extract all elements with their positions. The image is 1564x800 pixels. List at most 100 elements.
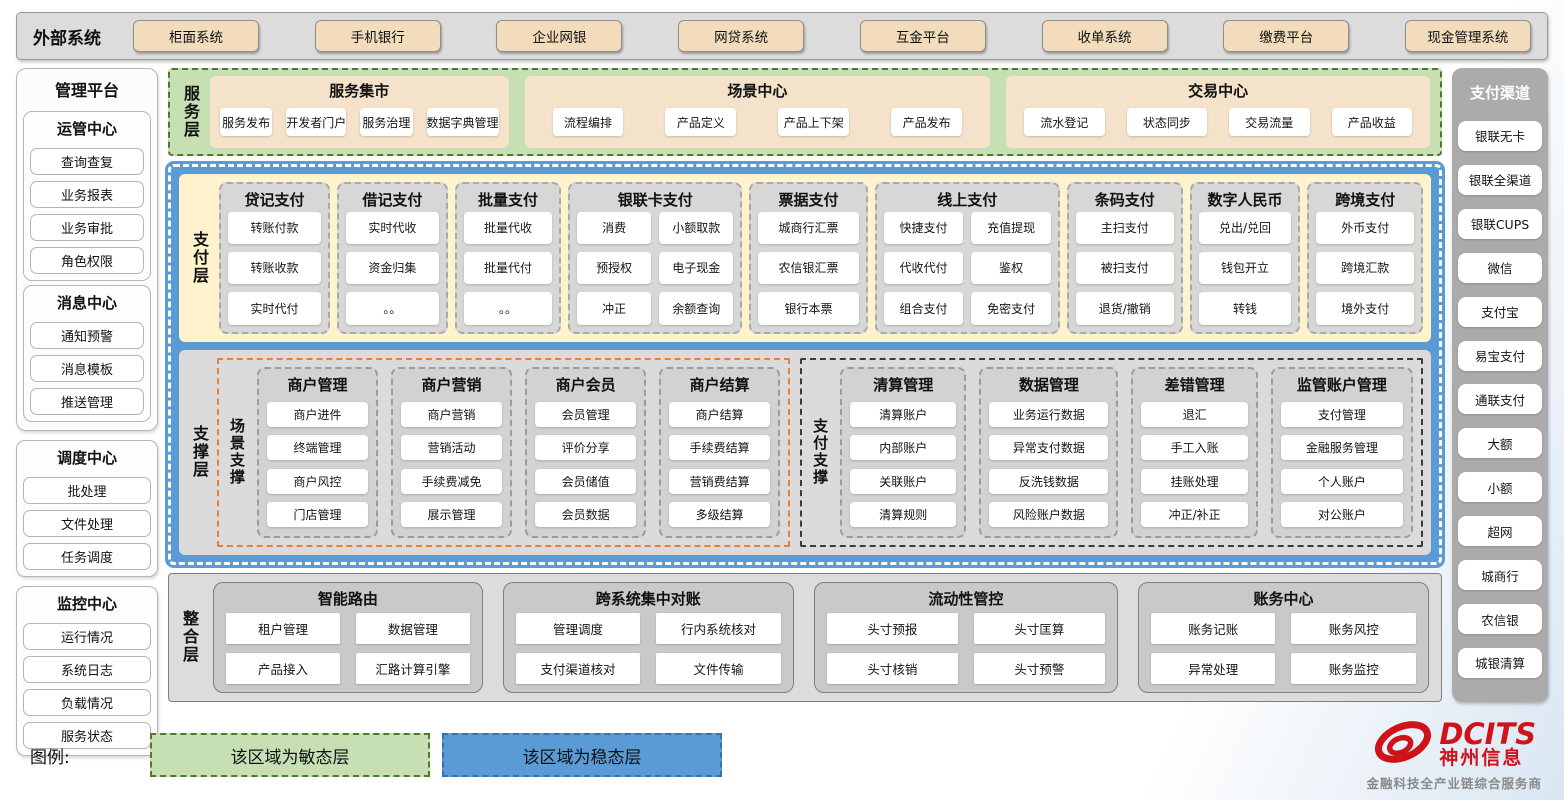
sched-item: 批处理 bbox=[23, 477, 151, 504]
sup-item: 手工入账 bbox=[1141, 435, 1247, 460]
sup-item: 关联账户 bbox=[850, 469, 956, 494]
panel-title: 流动性管控 bbox=[827, 585, 1105, 613]
panel-title: 服务集市 bbox=[220, 79, 499, 104]
channel-unionpay-cups: 银联CUPS bbox=[1458, 209, 1542, 239]
pay-col-title: 票据支付 bbox=[758, 187, 858, 212]
sup-item: 挂账处理 bbox=[1141, 469, 1247, 494]
logo-brand: DCITS bbox=[1439, 720, 1536, 750]
service-layer-label: 服务层 bbox=[178, 85, 202, 139]
ops-item: 角色权限 bbox=[30, 247, 144, 274]
channel-city-commercial-bank: 城商行 bbox=[1458, 560, 1542, 590]
pay-item: 钱包开立 bbox=[1199, 252, 1292, 284]
sup-item: 清算规则 bbox=[850, 502, 956, 527]
ops-item: 业务审批 bbox=[30, 214, 144, 241]
legend-stable-layer: 该区域为稳态层 bbox=[442, 733, 722, 777]
sup-item: 会员储值 bbox=[535, 469, 636, 494]
panel-liquidity-control: 流动性管控 头寸预报 头寸匡算 头寸核销 头寸预警 bbox=[814, 582, 1118, 693]
sup-item: 商户结算 bbox=[669, 402, 770, 427]
channel-yeepay: 易宝支付 bbox=[1458, 341, 1542, 371]
int-item: 文件传输 bbox=[656, 653, 781, 684]
pay-item: 农信银汇票 bbox=[758, 252, 858, 284]
external-system-acquiring: 收单系统 bbox=[1042, 20, 1168, 52]
pay-item: 批量代付 bbox=[464, 252, 552, 284]
channel-allinpay: 通联支付 bbox=[1458, 384, 1542, 414]
ops-item: 业务报表 bbox=[30, 181, 144, 208]
pay-col-batch: 批量支付 批量代收 批量代付 。。 bbox=[455, 182, 561, 334]
pay-item: 快捷支付 bbox=[884, 212, 964, 244]
pay-item: 小额取款 bbox=[659, 212, 733, 244]
sup-item: 会员数据 bbox=[535, 502, 636, 527]
service-item: 开发者门户 bbox=[286, 108, 346, 136]
int-item: 异常处理 bbox=[1151, 653, 1275, 684]
mon-item: 负载情况 bbox=[23, 689, 151, 716]
pay-item: 城商行汇票 bbox=[758, 212, 858, 244]
int-item: 租户管理 bbox=[226, 613, 340, 644]
legend-label: 图例: bbox=[30, 743, 150, 768]
pay-col-title: 跨境支付 bbox=[1316, 187, 1414, 212]
pay-col-debit: 借记支付 实时代收 资金归集 。。 bbox=[337, 182, 448, 334]
sup-col-clearing-mgmt: 清算管理 清算账户 内部账户 关联账户 清算规则 bbox=[840, 367, 966, 538]
panel-scene-center: 场景中心 流程编排 产品定义 产品上下架 产品发布 bbox=[525, 76, 991, 148]
panel-title: 交易中心 bbox=[1016, 79, 1420, 104]
int-item: 头寸预警 bbox=[974, 653, 1105, 684]
payment-support-label: 支付支撑 bbox=[810, 418, 834, 486]
sup-col-title: 商户会员 bbox=[535, 371, 636, 396]
int-item: 头寸匡算 bbox=[974, 613, 1105, 644]
pay-item: 余额查询 bbox=[659, 292, 733, 324]
payment-support-box: 支付支撑 清算管理 清算账户 内部账户 关联账户 清算规则 bbox=[800, 358, 1423, 547]
sup-col-regulatory-account: 监管账户管理 支付管理 金融服务管理 个人账户 对公账户 bbox=[1271, 367, 1413, 538]
pay-item: 鉴权 bbox=[971, 252, 1051, 284]
group-title: 运管中心 bbox=[30, 116, 144, 142]
external-system-fintech-platform: 互金平台 bbox=[860, 20, 986, 52]
sched-item: 文件处理 bbox=[23, 510, 151, 537]
mon-item: 运行情况 bbox=[23, 623, 151, 650]
payment-channels-sidebar: 支付渠道 银联无卡 银联全渠道 银联CUPS 微信 支付宝 易宝支付 通联支付 … bbox=[1452, 68, 1548, 702]
pay-col-credit: 贷记支付 转账付款 转账收款 实时代付 bbox=[219, 182, 330, 334]
panel-accounting-center: 账务中心 账务记账 账务风控 异常处理 账务监控 bbox=[1138, 582, 1429, 693]
panel-title: 跨系统集中对账 bbox=[516, 585, 781, 613]
sup-item: 风险账户数据 bbox=[989, 502, 1108, 527]
sup-col-merchant-settlement: 商户结算 商户结算 手续费结算 营销费结算 多级结算 bbox=[659, 367, 780, 538]
management-platform-sidebar: 管理平台 运管中心 查询查复 业务报表 业务审批 角色权限 消息中心 通知预警 … bbox=[16, 68, 158, 702]
payment-layer-label: 支付层 bbox=[187, 231, 213, 285]
integration-layer: 整合层 智能路由 租户管理 数据管理 产品接入 汇路计算引擎 跨系统集中对账 bbox=[168, 573, 1442, 702]
panel-smart-routing: 智能路由 租户管理 数据管理 产品接入 汇路计算引擎 bbox=[213, 582, 483, 693]
sup-col-title: 数据管理 bbox=[989, 371, 1108, 396]
pay-item: 转钱 bbox=[1199, 292, 1292, 324]
txn-item: 交易流量 bbox=[1229, 108, 1309, 136]
sup-item: 清算账户 bbox=[850, 402, 956, 427]
sup-item: 内部账户 bbox=[850, 435, 956, 460]
msg-item: 通知预警 bbox=[30, 322, 144, 349]
pay-col-digital-rmb: 数字人民币 兑出/兑回 钱包开立 转钱 bbox=[1190, 182, 1301, 334]
scene-item: 产品发布 bbox=[891, 108, 962, 136]
panel-title: 场景中心 bbox=[535, 79, 981, 104]
pay-col-cross-border: 跨境支付 外币支付 跨境汇款 境外支付 bbox=[1307, 182, 1423, 334]
service-item: 数据字典管理 bbox=[427, 108, 499, 136]
int-item: 汇路计算引擎 bbox=[356, 653, 470, 684]
sup-item: 反洗钱数据 bbox=[989, 469, 1108, 494]
company-logo: DCITS 神州信息 金融科技全产业链综合服务商 bbox=[1366, 718, 1542, 792]
channel-ibps: 超网 bbox=[1458, 516, 1542, 546]
group-message-center: 消息中心 通知预警 消息模板 推送管理 bbox=[23, 285, 151, 422]
sup-item: 支付管理 bbox=[1281, 402, 1403, 427]
int-item: 行内系统核对 bbox=[656, 613, 781, 644]
sup-col-data-mgmt: 数据管理 业务运行数据 异常支付数据 反洗钱数据 风险账户数据 bbox=[979, 367, 1118, 538]
int-item: 支付渠道核对 bbox=[516, 653, 640, 684]
external-systems-label: 外部系统 bbox=[33, 24, 129, 49]
pay-col-barcode: 条码支付 主扫支付 被扫支付 退货/撤销 bbox=[1067, 182, 1183, 334]
bottom-row: 图例: 该区域为敏态层 该区域为稳态层 DCITS 神州信息 金融 bbox=[16, 718, 1548, 792]
sup-item: 终端管理 bbox=[267, 435, 368, 460]
sup-item: 手续费结算 bbox=[669, 435, 770, 460]
logo-company-name: 神州信息 bbox=[1439, 749, 1536, 768]
channel-rural-credit-bank: 农信银 bbox=[1458, 604, 1542, 634]
group-title: 消息中心 bbox=[30, 290, 144, 316]
scene-item: 产品定义 bbox=[665, 108, 736, 136]
sup-item: 退汇 bbox=[1141, 402, 1247, 427]
sup-col-title: 商户管理 bbox=[267, 371, 368, 396]
pay-col-online: 线上支付 快捷支付 充值提现 代收代付 鉴权 组合支付 免密支付 bbox=[875, 182, 1060, 334]
sup-item: 营销活动 bbox=[401, 435, 502, 460]
pay-col-title: 银联卡支付 bbox=[577, 187, 733, 212]
int-item: 产品接入 bbox=[226, 653, 340, 684]
architecture-diagram: 外部系统 柜面系统 手机银行 企业网银 网贷系统 互金平台 收单系统 缴费平台 … bbox=[0, 12, 1564, 800]
sup-col-merchant-mgmt: 商户管理 商户进件 终端管理 商户风控 门店管理 bbox=[257, 367, 378, 538]
